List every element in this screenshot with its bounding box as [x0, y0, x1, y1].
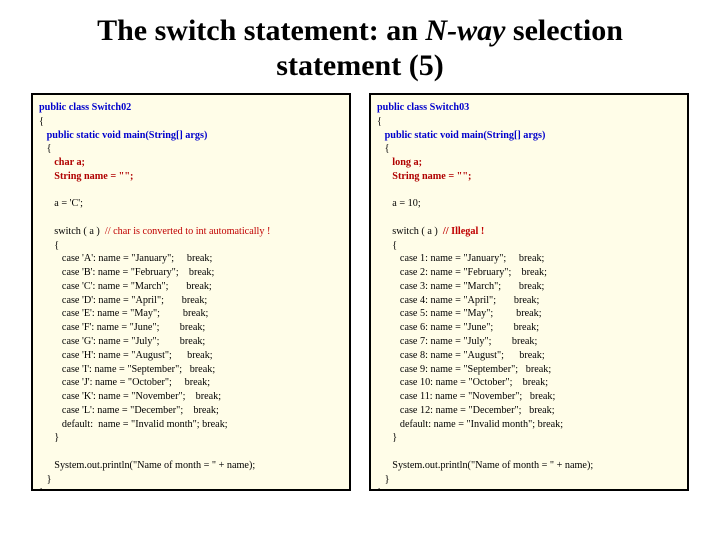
code-line: case 'K': name = "November"; break;	[39, 391, 221, 402]
code-line: }	[39, 487, 44, 491]
code-line: public class Switch02	[39, 102, 131, 113]
code-line: public static void main(String[] args)	[39, 130, 207, 141]
code-left: public class Switch02 { public static vo…	[39, 101, 343, 491]
code-line: {	[377, 116, 382, 127]
code-line: case 6: name = "June"; break;	[377, 322, 539, 333]
code-line: case 'A': name = "January"; break;	[39, 253, 212, 264]
code-line: case 'F': name = "June"; break;	[39, 322, 205, 333]
code-line: case 'E': name = "May"; break;	[39, 308, 208, 319]
code-line: case 5: name = "May"; break;	[377, 308, 542, 319]
code-line: switch ( a )	[39, 226, 105, 237]
code-box-left: public class Switch02 { public static vo…	[31, 93, 351, 491]
code-line: }	[377, 474, 390, 485]
code-line: case 'B': name = "February"; break;	[39, 267, 214, 278]
code-line: {	[39, 240, 59, 251]
code-box-right: public class Switch03 { public static vo…	[369, 93, 689, 491]
code-line: case 7: name = "July"; break;	[377, 336, 537, 347]
code-line: case 2: name = "February"; break;	[377, 267, 547, 278]
code-line: case 'L': name = "December"; break;	[39, 405, 219, 416]
code-line: a = 10;	[377, 198, 421, 209]
code-line: case 'C': name = "March"; break;	[39, 281, 212, 292]
code-line: case 8: name = "August"; break;	[377, 350, 545, 361]
code-comment: // char is converted to int automaticall…	[105, 226, 271, 237]
code-line: {	[39, 116, 44, 127]
code-line: long a;	[377, 157, 422, 168]
code-line: char a;	[39, 157, 85, 168]
code-line: {	[39, 143, 52, 154]
code-line: }	[39, 474, 52, 485]
code-line: }	[39, 432, 59, 443]
code-line: case 'J': name = "October"; break;	[39, 377, 210, 388]
title-italic: N-way	[425, 14, 505, 47]
code-line: case 'H': name = "August"; break;	[39, 350, 213, 361]
code-line: String name = "";	[39, 171, 133, 182]
code-line: case 11: name = "November"; break;	[377, 391, 555, 402]
code-error-comment: // Illegal !	[443, 226, 484, 237]
code-line: default: name = "Invalid month"; break;	[39, 419, 228, 430]
title-part-a: The switch statement: an	[97, 14, 425, 47]
code-line: {	[377, 143, 390, 154]
code-line: {	[377, 240, 397, 251]
code-line: System.out.println("Name of month = " + …	[377, 460, 593, 471]
code-line: case 1: name = "January"; break;	[377, 253, 544, 264]
code-line: case 10: name = "October"; break;	[377, 377, 548, 388]
code-line: case 'D': name = "April"; break;	[39, 295, 207, 306]
code-line: case 9: name = "September"; break;	[377, 364, 551, 375]
code-line: case 4: name = "April"; break;	[377, 295, 539, 306]
slide: The switch statement: an N-way selection…	[0, 0, 720, 540]
code-panels: public class Switch02 { public static vo…	[20, 93, 700, 491]
code-line: }	[377, 487, 382, 491]
code-line: case 'G': name = "July"; break;	[39, 336, 205, 347]
slide-title: The switch statement: an N-way selection…	[60, 14, 660, 83]
code-line: public class Switch03	[377, 102, 469, 113]
code-line: String name = "";	[377, 171, 471, 182]
code-line: case 12: name = "December"; break;	[377, 405, 555, 416]
code-line: public static void main(String[] args)	[377, 130, 545, 141]
code-line: case 'I': name = "September"; break;	[39, 364, 215, 375]
code-right: public class Switch03 { public static vo…	[377, 101, 681, 491]
code-line: case 3: name = "March"; break;	[377, 281, 544, 292]
code-line: switch ( a )	[377, 226, 443, 237]
code-line: System.out.println("Name of month = " + …	[39, 460, 255, 471]
code-line: }	[377, 432, 397, 443]
code-line: a = 'C';	[39, 198, 83, 209]
code-line: default: name = "Invalid month"; break;	[377, 419, 563, 430]
